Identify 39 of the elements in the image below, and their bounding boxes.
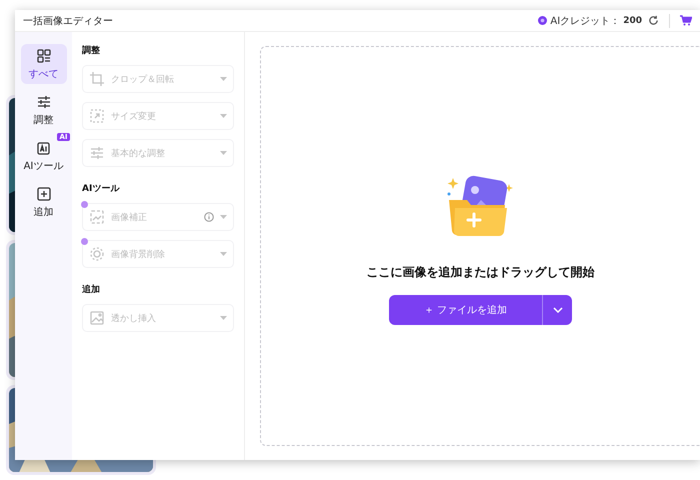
drop-zone[interactable]: ここに画像を追加またはドラッグして開始 ＋ ファイルを追加 xyxy=(260,46,700,446)
caret-icon xyxy=(220,77,227,81)
image-icon xyxy=(89,310,105,326)
add-file-button[interactable]: ＋ ファイルを追加 xyxy=(389,294,542,324)
nav-tab[interactable]: 追加 xyxy=(20,182,66,222)
caret-icon xyxy=(220,114,227,118)
section-heading: AIツール xyxy=(82,183,121,195)
drop-message: ここに画像を追加またはドラッグして開始 xyxy=(366,264,594,280)
section-heading: 追加 xyxy=(82,283,101,296)
tool-label: 画像補正 xyxy=(111,212,148,224)
credits-label: AIクレジット： xyxy=(550,14,620,28)
ai-icon xyxy=(36,140,52,156)
tool-label: 透かし挿入 xyxy=(111,312,157,324)
caret-icon xyxy=(220,316,227,320)
nav-tab[interactable]: すべて xyxy=(20,44,66,84)
tool-label: 画像背景削除 xyxy=(111,248,166,260)
resize-icon xyxy=(89,108,105,124)
plus-icon xyxy=(36,186,52,202)
caret-icon xyxy=(220,215,227,219)
tool-label: サイズ変更 xyxy=(111,110,157,122)
background-remove-icon xyxy=(89,246,105,262)
window-title: 一括画像エディター xyxy=(23,14,114,28)
grid-icon xyxy=(36,48,52,64)
caret-icon xyxy=(220,252,227,256)
credit-icon xyxy=(538,16,548,25)
caret-icon xyxy=(220,151,227,155)
crop-icon xyxy=(89,71,105,87)
refresh-icon[interactable] xyxy=(648,15,659,26)
nav-tab[interactable]: 調整 xyxy=(20,90,66,130)
tool-label: クロップ＆回転 xyxy=(111,73,175,86)
credits-value: 200 xyxy=(623,16,642,26)
sliders-icon xyxy=(36,94,52,110)
enhance-icon xyxy=(89,209,105,225)
cart-icon[interactable] xyxy=(680,15,692,26)
section-heading: 調整 xyxy=(82,44,101,57)
dropdown-button[interactable] xyxy=(542,294,572,324)
chevron-icon xyxy=(552,306,562,312)
sliders-icon xyxy=(89,145,105,161)
tool-label: 基本的な調整 xyxy=(111,148,166,160)
